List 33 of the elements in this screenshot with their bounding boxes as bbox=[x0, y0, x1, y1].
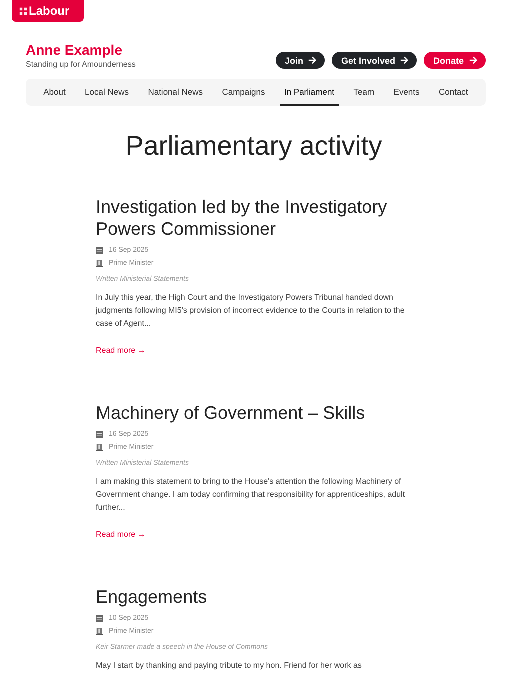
action-button[interactable]: Join bbox=[276, 52, 326, 69]
article-title[interactable]: Engagements bbox=[96, 586, 408, 608]
article-title[interactable]: Machinery of Government – Skills bbox=[96, 402, 408, 424]
article-excerpt: May I start by thanking and paying tribute to my hon. Friend for her work as bbox=[96, 660, 363, 672]
nav-tab[interactable]: National News bbox=[144, 79, 208, 106]
calendar-icon bbox=[96, 247, 103, 254]
page-title: Parliamentary activity bbox=[124, 131, 384, 162]
arrow-right-icon bbox=[308, 56, 318, 65]
nav-tab[interactable]: About bbox=[40, 79, 70, 106]
action-button[interactable]: Get Involved bbox=[332, 52, 418, 69]
article-excerpt: In July this year, the High Court and the Investigatory Powers Tribunal handed down judgments following MI5's provision of incorrect evidence to the Courts in relation to the case of Agent... bbox=[96, 292, 406, 330]
pillar-icon bbox=[96, 628, 103, 635]
article-excerpt: I am making this statement to bring to the House's attention the following Machinery of Government change. I am today confirming that responsibility for apprenticeships, adult further... bbox=[96, 476, 406, 514]
read-more-link[interactable]: Read more → bbox=[96, 346, 146, 355]
logo-text: Labour bbox=[29, 4, 70, 18]
calendar-icon bbox=[96, 615, 103, 622]
nav-tab[interactable]: Contact bbox=[435, 79, 472, 106]
site-tagline: Standing up for Amounderness bbox=[26, 60, 136, 69]
arrow-right-icon bbox=[469, 56, 478, 65]
arrow-right-icon bbox=[400, 56, 410, 65]
article-title[interactable]: Investigation led by the Investigatory Powers Commissioner bbox=[96, 196, 408, 240]
read-more-link[interactable]: Read more → bbox=[96, 530, 146, 539]
nav-tab[interactable]: Events bbox=[390, 79, 424, 106]
logo-badge[interactable]: Labour bbox=[12, 0, 84, 22]
pillar-icon bbox=[96, 260, 103, 267]
action-button[interactable]: Donate bbox=[424, 52, 486, 69]
calendar-icon bbox=[96, 431, 103, 438]
nav-tab[interactable]: Team bbox=[350, 79, 379, 106]
nav-tab[interactable]: Local News bbox=[81, 79, 133, 106]
site-name[interactable]: Anne Example bbox=[26, 42, 136, 58]
pillar-icon bbox=[96, 444, 103, 451]
nav-tab[interactable]: In Parliament bbox=[280, 79, 339, 106]
nav-tab[interactable]: Campaigns bbox=[218, 79, 270, 106]
